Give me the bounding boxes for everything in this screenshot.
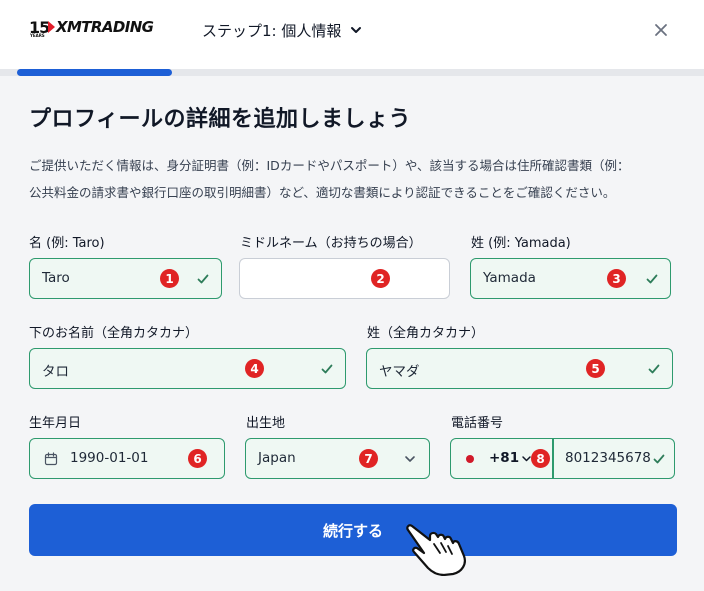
logo-brand: XMTRADING — [56, 18, 154, 36]
xm-logo: 15 YEARS XMTRADING — [29, 18, 171, 40]
first-name-kana-label: 下のお名前（全角カタカナ） — [29, 326, 199, 341]
annotation-badge: 5 — [586, 359, 605, 378]
first-name-kana-field[interactable]: タロ 4 — [29, 348, 346, 389]
step-selector[interactable]: ステップ1: 個人情報 — [202, 18, 363, 42]
middle-name-label: ミドルネーム（お持ちの場合） — [240, 236, 422, 251]
birth-place-select[interactable]: Japan 7 — [245, 438, 430, 479]
calendar-icon — [44, 452, 58, 466]
last-name-label: 姓 (例: Yamada) — [471, 236, 571, 251]
annotation-badge: 4 — [245, 359, 264, 378]
last-name-kana-field[interactable]: ヤマダ 5 — [366, 348, 673, 389]
first-name-value: Taro — [42, 270, 70, 286]
last-name-kana-value: ヤマダ — [379, 364, 420, 380]
last-name-kana-label: 姓（全角カタカナ） — [367, 326, 485, 341]
check-icon — [648, 364, 660, 374]
birth-place-value: Japan — [258, 450, 296, 466]
last-name-field[interactable]: Yamada 3 — [470, 258, 671, 299]
first-name-kana-value: タロ — [42, 364, 69, 380]
annotation-badge: 1 — [160, 269, 179, 288]
page-title: プロフィールの詳細を追加しましょう — [29, 107, 412, 132]
close-button[interactable] — [650, 19, 672, 41]
hand-pointer-icon — [406, 524, 466, 576]
birth-date-value: 1990-01-01 — [70, 450, 149, 466]
last-name-value: Yamada — [483, 270, 536, 286]
birth-date-label: 生年月日 — [29, 416, 82, 431]
japan-flag-icon — [466, 455, 474, 463]
middle-name-field[interactable]: 2 — [239, 258, 450, 299]
description: ご提供いただく情報は、身分証明書（例：IDカードやパスポート）や、該当する場合は… — [29, 152, 689, 206]
chevron-down-icon — [351, 27, 362, 33]
birth-place-label: 出生地 — [246, 416, 286, 431]
phone-label: 電話番号 — [451, 416, 504, 431]
annotation-badge: 6 — [188, 449, 207, 468]
phone-field: +81 8 8012345678 — [450, 438, 675, 479]
continue-button[interactable]: 続行する — [29, 504, 677, 556]
annotation-badge: 8 — [531, 449, 550, 468]
check-icon — [197, 274, 209, 284]
birth-date-field[interactable]: 1990-01-01 6 — [29, 438, 225, 479]
check-icon — [646, 274, 658, 284]
progress-fill — [17, 69, 172, 76]
logo-arrow-icon — [48, 21, 55, 33]
close-icon — [655, 24, 667, 36]
description-line-1: ご提供いただく情報は、身分証明書（例：IDカードやパスポート）や、該当する場合は… — [29, 158, 630, 173]
annotation-badge: 3 — [607, 269, 626, 288]
country-code-value: +81 — [489, 450, 520, 466]
annotation-badge: 7 — [359, 449, 378, 468]
continue-button-label: 続行する — [322, 521, 383, 540]
first-name-field[interactable]: Taro 1 — [29, 258, 222, 299]
check-icon — [653, 454, 665, 464]
logo-years-caption: YEARS — [30, 33, 45, 38]
annotation-badge: 2 — [371, 269, 390, 288]
chevron-down-icon — [405, 456, 415, 462]
check-icon — [321, 364, 333, 374]
description-line-2: 公共料金の請求書や銀行口座の取引明細書）など、適切な書類により認証できることをご… — [29, 185, 616, 200]
phone-number-input[interactable]: 8012345678 — [565, 450, 651, 466]
step-label: ステップ1: 個人情報 — [202, 21, 342, 40]
first-name-label: 名 (例: Taro) — [29, 236, 105, 251]
